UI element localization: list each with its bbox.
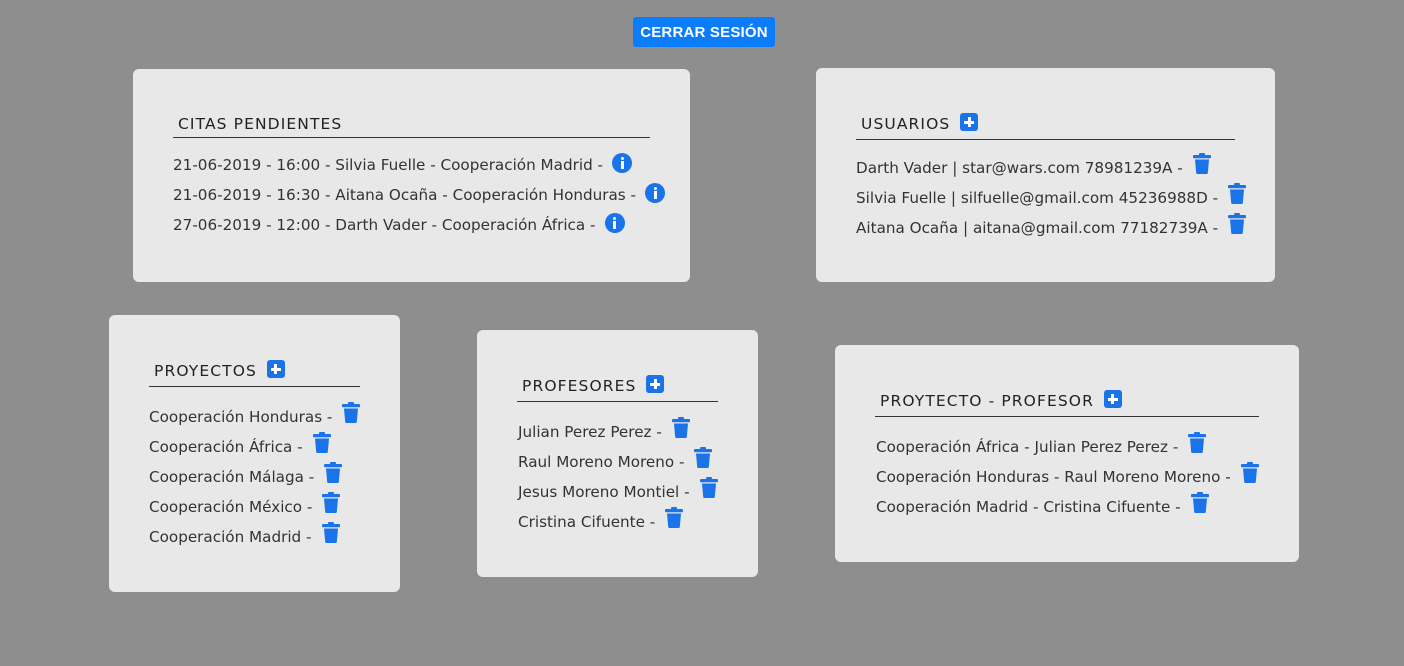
trash-icon[interactable] bbox=[1188, 432, 1207, 457]
logout-button[interactable]: CERRAR SESIÓN bbox=[633, 17, 775, 47]
cita-item: 21-06-2019 - 16:00 - Silvia Fuelle - Coo… bbox=[173, 153, 633, 175]
proyecto-profesor-item: Cooperación Honduras - Raul Moreno Moren… bbox=[876, 462, 1259, 489]
profesor-item: Jesus Moreno Montiel - bbox=[518, 477, 718, 504]
proyectos-card: PROYECTOS Cooperación Honduras - Coopera… bbox=[109, 315, 400, 592]
usuarios-card: USUARIOS Darth Vader | star@wars.com 789… bbox=[816, 68, 1275, 282]
proyecto-profesor-header: PROYTECTO - PROFESOR bbox=[875, 389, 1259, 417]
proyecto-item: Cooperación México - bbox=[149, 492, 341, 519]
add-profesor-icon[interactable] bbox=[646, 375, 665, 393]
proyecto-profesor-card: PROYTECTO - PROFESOR Cooperación África … bbox=[835, 345, 1299, 562]
add-usuario-icon[interactable] bbox=[960, 113, 979, 131]
proyecto-text: Cooperación África - bbox=[149, 437, 303, 456]
cita-text: 21-06-2019 - 16:30 - Aitana Ocaña - Coop… bbox=[173, 186, 637, 204]
trash-icon[interactable] bbox=[1192, 153, 1211, 178]
profesor-text: Jesus Moreno Montiel - bbox=[518, 482, 690, 501]
proyecto-profesor-text: Cooperación Honduras - Raul Moreno Moren… bbox=[876, 467, 1231, 486]
add-proyecto-profesor-icon[interactable] bbox=[1103, 390, 1122, 408]
profesor-text: Raul Moreno Moreno - bbox=[518, 452, 685, 471]
cita-text: 27-06-2019 - 12:00 - Darth Vader - Coope… bbox=[173, 216, 596, 234]
proyecto-text: Cooperación Madrid - bbox=[149, 527, 312, 546]
trash-icon[interactable] bbox=[671, 417, 690, 442]
proyecto-item: Cooperación Madrid - bbox=[149, 522, 340, 549]
proyecto-profesor-text: Cooperación Madrid - Cristina Cifuente - bbox=[876, 497, 1181, 516]
proyecto-profesor-title: PROYTECTO - PROFESOR bbox=[880, 392, 1094, 410]
proyecto-item: Cooperación Honduras - bbox=[149, 402, 361, 429]
trash-icon[interactable] bbox=[1228, 213, 1247, 238]
profesor-item: Julian Perez Perez - bbox=[518, 417, 690, 444]
usuarios-title: USUARIOS bbox=[861, 115, 951, 133]
info-icon[interactable] bbox=[604, 213, 625, 233]
info-icon[interactable] bbox=[612, 153, 633, 173]
profesores-card: PROFESORES Julian Perez Perez - Raul Mor… bbox=[477, 330, 758, 577]
cita-text: 21-06-2019 - 16:00 - Silvia Fuelle - Coo… bbox=[173, 156, 604, 174]
trash-icon[interactable] bbox=[1228, 183, 1247, 208]
cita-item: 27-06-2019 - 12:00 - Darth Vader - Coope… bbox=[173, 213, 625, 235]
proyecto-item: Cooperación Málaga - bbox=[149, 462, 343, 489]
trash-icon[interactable] bbox=[322, 492, 341, 517]
trash-icon[interactable] bbox=[1190, 492, 1209, 517]
citas-title: CITAS PENDIENTES bbox=[178, 114, 343, 133]
trash-icon[interactable] bbox=[321, 522, 340, 547]
citas-header: CITAS PENDIENTES bbox=[173, 113, 650, 138]
trash-icon[interactable] bbox=[699, 477, 718, 502]
profesor-item: Cristina Cifuente - bbox=[518, 507, 684, 534]
usuario-item: Silvia Fuelle | silfuelle@gmail.com 4523… bbox=[856, 183, 1247, 210]
profesor-text: Julian Perez Perez - bbox=[518, 422, 662, 441]
proyectos-header: PROYECTOS bbox=[149, 359, 360, 387]
trash-icon[interactable] bbox=[694, 447, 713, 472]
proyecto-text: Cooperación México - bbox=[149, 497, 313, 516]
trash-icon[interactable] bbox=[342, 402, 361, 427]
proyecto-text: Cooperación Málaga - bbox=[149, 467, 315, 486]
profesores-header: PROFESORES bbox=[517, 374, 718, 402]
usuario-text: Silvia Fuelle | silfuelle@gmail.com 4523… bbox=[856, 188, 1219, 207]
proyecto-profesor-item: Cooperación África - Julian Perez Perez … bbox=[876, 432, 1207, 459]
proyecto-profesor-item: Cooperación Madrid - Cristina Cifuente - bbox=[876, 492, 1209, 519]
trash-icon[interactable] bbox=[324, 462, 343, 487]
usuario-text: Aitana Ocaña | aitana@gmail.com 77182739… bbox=[856, 218, 1219, 237]
proyecto-text: Cooperación Honduras - bbox=[149, 407, 333, 426]
profesor-item: Raul Moreno Moreno - bbox=[518, 447, 713, 474]
trash-icon[interactable] bbox=[1240, 462, 1259, 487]
trash-icon[interactable] bbox=[312, 432, 331, 457]
usuario-item: Aitana Ocaña | aitana@gmail.com 77182739… bbox=[856, 213, 1247, 240]
proyecto-item: Cooperación África - bbox=[149, 432, 331, 459]
cita-item: 21-06-2019 - 16:30 - Aitana Ocaña - Coop… bbox=[173, 183, 666, 205]
trash-icon[interactable] bbox=[665, 507, 684, 532]
profesores-title: PROFESORES bbox=[522, 377, 637, 395]
usuarios-header: USUARIOS bbox=[856, 112, 1235, 140]
info-icon[interactable] bbox=[645, 183, 666, 203]
proyecto-profesor-text: Cooperación África - Julian Perez Perez … bbox=[876, 437, 1179, 456]
add-proyecto-icon[interactable] bbox=[266, 360, 285, 378]
citas-card: CITAS PENDIENTES 21-06-2019 - 16:00 - Si… bbox=[133, 69, 690, 282]
proyectos-title: PROYECTOS bbox=[154, 362, 257, 380]
profesor-text: Cristina Cifuente - bbox=[518, 512, 656, 531]
usuario-item: Darth Vader | star@wars.com 78981239A - bbox=[856, 153, 1211, 180]
usuario-text: Darth Vader | star@wars.com 78981239A - bbox=[856, 158, 1183, 177]
